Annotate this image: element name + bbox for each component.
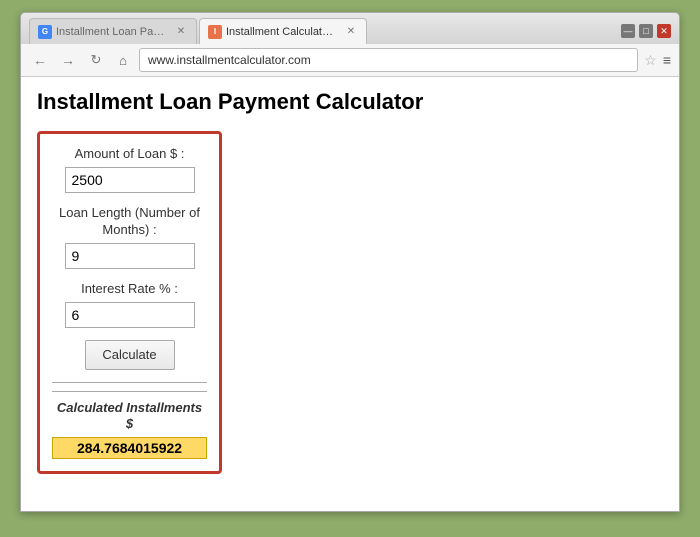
forward-button[interactable]: → (57, 49, 79, 71)
tab2-close-button[interactable]: ✕ (344, 25, 358, 39)
address-bar[interactable] (139, 48, 638, 72)
result-value: 284.7684015922 (52, 437, 207, 459)
divider-top (52, 382, 207, 383)
back-button[interactable]: ← (29, 49, 51, 71)
refresh-button[interactable]: ↻ (85, 49, 107, 71)
loan-length-label: Loan Length (Number of Months) : (52, 205, 207, 239)
tab2-favicon: I (208, 25, 222, 39)
menu-icon[interactable]: ≡ (663, 52, 671, 68)
close-button[interactable]: ✕ (657, 24, 671, 38)
loan-length-input[interactable] (65, 243, 195, 269)
divider-bottom (52, 391, 207, 392)
interest-rate-input[interactable] (65, 302, 195, 328)
result-label: Calculated Installments $ (52, 400, 207, 434)
loan-amount-label: Amount of Loan $ : (52, 146, 207, 163)
star-icon[interactable]: ☆ (644, 52, 657, 69)
maximize-button[interactable]: □ (639, 24, 653, 38)
tab1-close-button[interactable]: ✕ (174, 25, 188, 39)
browser-window: G Installment Loan Payment... ✕ I Instal… (20, 12, 680, 512)
page-content: Installment Loan Payment Calculator Amou… (21, 77, 679, 511)
tab1-favicon: G (38, 25, 52, 39)
tab-2[interactable]: I Installment Calculator - Ca... ✕ (199, 18, 367, 44)
navigation-bar: ← → ↻ ⌂ ☆ ≡ (21, 44, 679, 77)
tab-1[interactable]: G Installment Loan Payment... ✕ (29, 18, 197, 44)
tab2-label: Installment Calculator - Ca... (226, 26, 336, 38)
calculator-box: Amount of Loan $ : Loan Length (Number o… (37, 131, 222, 474)
home-button[interactable]: ⌂ (113, 50, 133, 70)
page-title: Installment Loan Payment Calculator (37, 89, 663, 115)
interest-rate-label: Interest Rate % : (52, 281, 207, 298)
loan-amount-input[interactable] (65, 167, 195, 193)
minimize-button[interactable]: — (621, 24, 635, 38)
window-controls: — □ ✕ (621, 24, 671, 44)
tab1-label: Installment Loan Payment... (56, 26, 166, 38)
title-bar: G Installment Loan Payment... ✕ I Instal… (21, 13, 679, 44)
calculate-button[interactable]: Calculate (85, 340, 175, 370)
